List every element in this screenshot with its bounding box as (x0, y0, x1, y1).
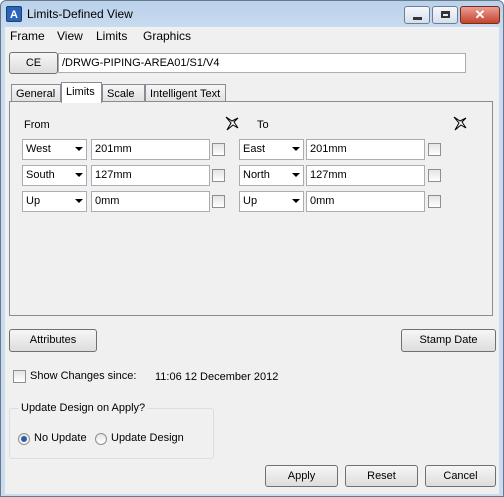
pick-to-cursor-icon[interactable] (452, 116, 468, 132)
to-direction-3-value: Up (243, 195, 258, 207)
dropdown-arrow-icon (75, 147, 83, 151)
menu-bar: Frame View Limits Graphics (5, 27, 499, 45)
from-direction-2-value: South (26, 169, 55, 181)
to-lock-checkbox-1[interactable] (428, 143, 441, 156)
from-value-2[interactable]: 127mm (91, 165, 210, 186)
dropdown-arrow-icon (292, 173, 300, 177)
from-value-3[interactable]: 0mm (91, 191, 210, 212)
window-title: Limits-Defined View (27, 7, 133, 21)
to-direction-1[interactable]: East (239, 139, 304, 160)
tab-limits[interactable]: Limits (61, 82, 102, 103)
window: A Limits-Defined View ✕ Frame View Limit… (0, 0, 504, 497)
close-icon: ✕ (474, 7, 486, 22)
to-lock-checkbox-2[interactable] (428, 169, 441, 182)
attributes-button[interactable]: Attributes (9, 329, 97, 352)
minimize-button[interactable] (404, 6, 430, 24)
no-update-radio[interactable] (18, 433, 30, 445)
to-label: To (257, 119, 269, 131)
stamp-date-button[interactable]: Stamp Date (401, 329, 496, 352)
to-value-3[interactable]: 0mm (306, 191, 425, 212)
dropdown-arrow-icon (292, 199, 300, 203)
apply-button[interactable]: Apply (265, 465, 338, 487)
close-button[interactable]: ✕ (460, 6, 500, 24)
from-label: From (24, 119, 50, 131)
to-direction-2-value: North (243, 169, 270, 181)
from-direction-1[interactable]: West (22, 139, 87, 160)
cancel-button[interactable]: Cancel (425, 465, 496, 487)
show-changes-checkbox[interactable] (13, 370, 26, 383)
menu-graphics[interactable]: Graphics (143, 29, 191, 43)
to-direction-1-value: East (243, 143, 266, 155)
from-direction-3-value: Up (26, 195, 41, 207)
from-lock-checkbox-1[interactable] (212, 143, 225, 156)
to-direction-3[interactable]: Up (239, 191, 304, 212)
update-design-radio[interactable] (95, 433, 107, 445)
from-lock-checkbox-3[interactable] (212, 195, 225, 208)
dialog-body: Frame View Limits Graphics CE /DRWG-PIPI… (5, 27, 499, 494)
to-value-2[interactable]: 127mm (306, 165, 425, 186)
pick-from-cursor-icon[interactable] (224, 116, 240, 132)
ce-button[interactable]: CE (9, 52, 58, 74)
menu-limits[interactable]: Limits (96, 29, 127, 43)
title-bar[interactable]: A Limits-Defined View ✕ (1, 1, 503, 27)
reset-button[interactable]: Reset (345, 465, 418, 487)
dropdown-arrow-icon (75, 199, 83, 203)
to-direction-2[interactable]: North (239, 165, 304, 186)
update-design-label: Update Design (111, 432, 184, 444)
from-direction-3[interactable]: Up (22, 191, 87, 212)
from-direction-1-value: West (26, 143, 51, 155)
minimize-icon (413, 17, 422, 20)
maximize-icon (441, 11, 450, 18)
update-design-group: Update Design on Apply? No Update Update… (9, 402, 214, 459)
to-value-1[interactable]: 201mm (306, 139, 425, 160)
menu-view[interactable]: View (57, 29, 83, 43)
dropdown-arrow-icon (75, 173, 83, 177)
to-lock-checkbox-3[interactable] (428, 195, 441, 208)
tab-general[interactable]: General (11, 84, 61, 102)
ce-path-field[interactable]: /DRWG-PIPING-AREA01/S1/V4 (58, 53, 466, 73)
tab-scale[interactable]: Scale (102, 84, 145, 102)
no-update-label: No Update (34, 432, 87, 444)
tab-intelligent-text[interactable]: Intelligent Text (145, 84, 226, 102)
from-direction-2[interactable]: South (22, 165, 87, 186)
update-design-title: Update Design on Apply? (18, 402, 149, 414)
from-value-1[interactable]: 201mm (91, 139, 210, 160)
show-changes-label: Show Changes since: (30, 370, 137, 382)
show-changes-date: 11:06 12 December 2012 (155, 371, 279, 383)
app-icon: A (6, 6, 22, 22)
dropdown-arrow-icon (292, 147, 300, 151)
limits-panel: From To West 201mm South 127mm Up 0mm Ea… (9, 101, 493, 316)
maximize-button[interactable] (432, 6, 458, 24)
menu-frame[interactable]: Frame (10, 29, 45, 43)
from-lock-checkbox-2[interactable] (212, 169, 225, 182)
